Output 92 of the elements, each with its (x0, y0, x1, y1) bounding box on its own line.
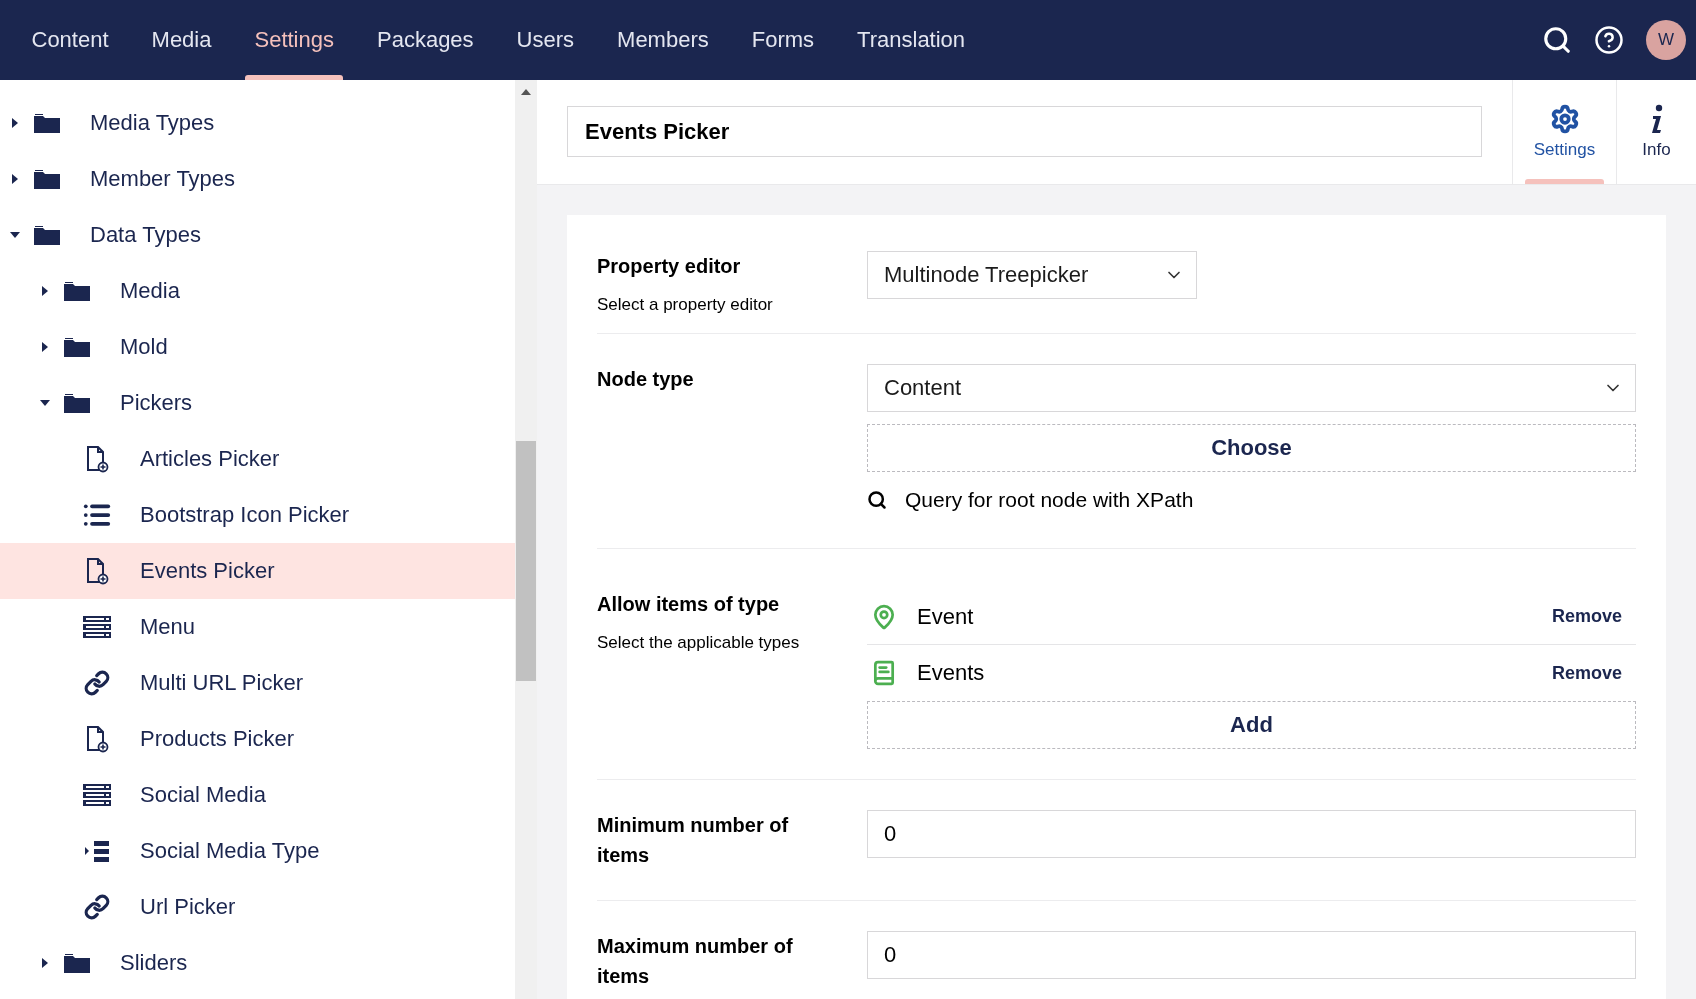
link-icon (84, 670, 110, 696)
tree-item[interactable]: Multi URL Picker (0, 655, 515, 711)
property-editor-select[interactable]: Multinode Treepicker (867, 251, 1197, 299)
book-icon (871, 660, 897, 686)
rows-icon (82, 783, 112, 807)
number-input-field[interactable]: 0 (867, 810, 1636, 858)
caret-icon[interactable] (40, 958, 50, 968)
field-label: Node type (597, 367, 695, 392)
allowed-type-name: Event (917, 603, 974, 630)
tree-item[interactable]: Data Types (0, 207, 515, 263)
tree-item[interactable]: Menu (0, 599, 515, 655)
xpath-query-link[interactable]: Query for root node with XPath (867, 484, 1636, 512)
link-icon (84, 894, 110, 920)
remove-button[interactable]: Remove (1545, 605, 1628, 628)
folder-icon (63, 280, 91, 302)
section-tab[interactable]: Content (10, 0, 131, 80)
section-tab[interactable]: Settings (233, 0, 356, 80)
search-icon (867, 490, 887, 510)
caret-icon[interactable] (10, 230, 20, 240)
field-label: Minimum number of items (597, 813, 790, 868)
tree-item-label: Mold (120, 334, 168, 360)
info-icon (1649, 104, 1664, 134)
folder-icon (63, 392, 91, 414)
tree-item-label: Sliders (120, 950, 188, 976)
allowed-type-name: Events (917, 660, 985, 686)
tree-item[interactable]: Articles Picker (0, 431, 515, 487)
indent-list-icon (83, 839, 111, 863)
user-avatar[interactable]: W (1646, 20, 1686, 60)
field-label: Property editor (597, 254, 742, 279)
tree-item[interactable]: Media Types (0, 95, 515, 151)
section-tab[interactable]: Translation (835, 0, 987, 80)
tree-item-label: Menu (140, 614, 196, 640)
tree-item[interactable]: Pickers (0, 375, 515, 431)
tree-item-label: Articles Picker (140, 446, 280, 472)
tree-item[interactable]: Social Media Type (0, 823, 515, 879)
rows-icon (82, 615, 112, 639)
tree-item[interactable]: Member Types (0, 151, 515, 207)
tree-item-label: Url Picker (140, 894, 236, 920)
tree-item-label: Media (120, 278, 180, 304)
settings-icon (1549, 104, 1580, 134)
tree-item-label: Pickers (120, 390, 193, 416)
caret-icon[interactable] (40, 398, 50, 408)
document-plus-icon (85, 725, 109, 753)
tree-item-label: Multi URL Picker (140, 670, 303, 696)
choose-button[interactable]: Choose (867, 424, 1636, 472)
scrollbar[interactable] (515, 80, 537, 999)
section-tab[interactable]: Forms (730, 0, 836, 80)
section-tab[interactable]: Users (495, 0, 596, 80)
tree-item[interactable]: Products Picker (0, 711, 515, 767)
section-tab[interactable]: Packages (355, 0, 496, 80)
tree-item-label: Bootstrap Icon Picker (140, 502, 350, 528)
tree-item-label: Social Media Type (140, 838, 320, 864)
section-tab[interactable]: Media (130, 0, 233, 80)
caret-icon[interactable] (10, 174, 20, 184)
folder-icon (33, 224, 61, 246)
help-icon (1594, 25, 1624, 55)
tree-item[interactable]: Url Picker (0, 879, 515, 935)
caret-icon[interactable] (40, 342, 50, 352)
tree-item-label: Social Media (140, 782, 266, 808)
field-label: Maximum number of items (597, 934, 794, 989)
search-button[interactable] (1542, 25, 1572, 55)
tree-item[interactable]: Bootstrap Icon Picker (0, 487, 515, 543)
tree-item-label: Member Types (90, 166, 236, 192)
document-plus-icon (85, 445, 109, 473)
caret-icon[interactable] (40, 286, 50, 296)
folder-icon (33, 112, 61, 134)
tree-item[interactable]: Mold (0, 319, 515, 375)
tree-item[interactable]: Media (0, 263, 515, 319)
folder-icon (63, 952, 91, 974)
node-type-select[interactable]: Content (867, 364, 1636, 412)
remove-button[interactable]: Remove (1545, 661, 1628, 685)
folder-icon (33, 168, 61, 190)
name-input-field[interactable]: Events Picker (567, 106, 1482, 157)
help-button[interactable] (1594, 25, 1624, 55)
tree-item-label: Events Picker (140, 558, 275, 584)
tree-item[interactable]: Social Media (0, 767, 515, 823)
tree-item[interactable]: Sliders (0, 935, 515, 991)
tree-item[interactable]: Events Picker (0, 543, 515, 599)
tree-item-label: Media Types (90, 110, 215, 136)
folder-icon (63, 336, 91, 358)
map-pin-icon (871, 603, 897, 630)
field-description: Select the applicable types (597, 633, 801, 653)
add-button[interactable]: Add (867, 701, 1636, 749)
field-description: Select a property editor (597, 295, 774, 315)
field-label: Allow items of type (597, 592, 781, 617)
document-plus-icon (85, 557, 109, 585)
number-input-field[interactable]: 0 (867, 931, 1636, 979)
section-tab[interactable]: Members (595, 0, 731, 80)
tree-item-label: Products Picker (140, 726, 295, 752)
caret-icon[interactable] (10, 118, 20, 128)
tree-item-label: Data Types (90, 222, 201, 248)
search-icon (1542, 25, 1572, 55)
